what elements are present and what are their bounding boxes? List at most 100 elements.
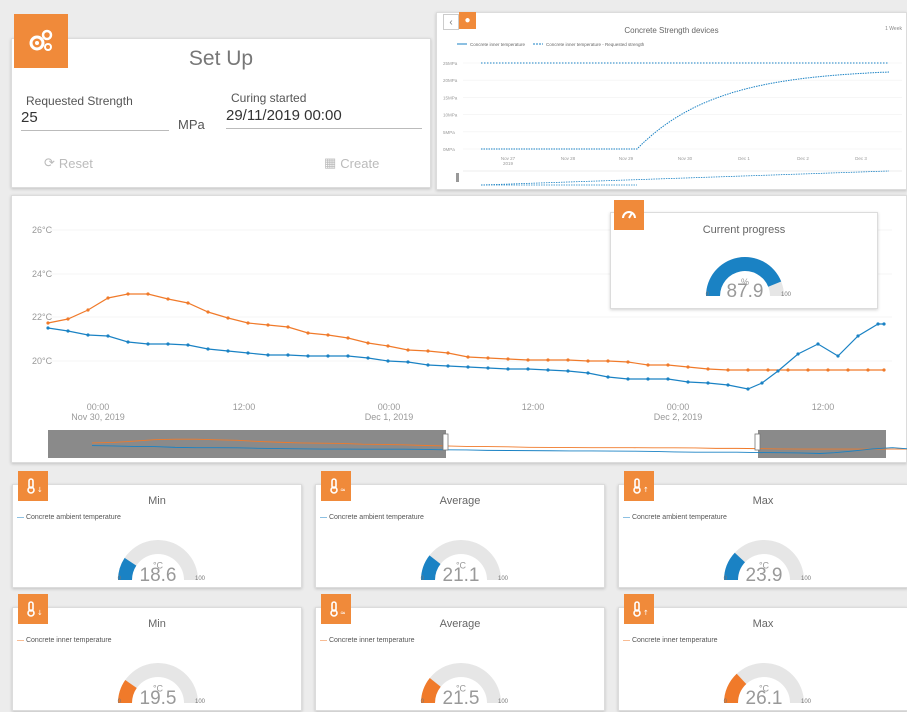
- navigator-handle: [456, 173, 459, 182]
- ambient-avg-gauge-value: 21.1: [443, 565, 480, 586]
- inner-max-gauge-max: 100: [801, 699, 812, 705]
- chevron-left-icon: ‹: [449, 16, 453, 28]
- y-tick-label: 22°C: [32, 312, 53, 322]
- inner-temperature-point: [226, 316, 230, 320]
- inner-temperature-point: [826, 368, 830, 372]
- ambient-temperature-point: [776, 369, 780, 373]
- inner-temperature-point: [366, 341, 370, 345]
- inner-temperature-point: [726, 368, 730, 372]
- inner-min-gauge: °C19.50 100: [118, 663, 206, 709]
- navigator-handle-right[interactable]: [754, 433, 761, 451]
- ambient-temperature-point: [726, 383, 730, 387]
- ambient-temperature-point: [186, 343, 190, 347]
- inner-temperature-point: [386, 344, 390, 348]
- x-tick-label: 00:00: [87, 402, 110, 412]
- inner-avg-gauge-max: 100: [498, 699, 509, 705]
- strength-chart-card: Concrete Strength devices 1 Week Concret…: [436, 12, 907, 190]
- refresh-icon: ⟳: [44, 155, 55, 170]
- ambient-temperature-point: [206, 347, 210, 351]
- create-button[interactable]: ▦ Create: [324, 155, 379, 171]
- inner-temperature-point: [646, 363, 650, 367]
- inner-temperature-point: [186, 301, 190, 305]
- ambient-avg-card: Average — Concrete ambient temperature °C 2…: [315, 484, 605, 588]
- speedometer-icon: [614, 200, 644, 230]
- inner-max-gauge: °C26.10 100: [724, 663, 812, 709]
- inner-temperature-point: [306, 331, 310, 335]
- x-tick-label: Nov 28: [561, 156, 576, 161]
- ambient-temperature-point: [586, 371, 590, 375]
- inner-temperature-point: [846, 368, 850, 372]
- ambient-temperature-point: [882, 322, 886, 326]
- page-title: Set Up: [188, 47, 254, 70]
- inner-max-gauge-value: 26.1: [746, 688, 783, 709]
- ambient-temperature-point: [506, 367, 510, 371]
- inner-temperature-point: [66, 317, 70, 321]
- inner-temperature-point: [546, 358, 550, 362]
- progress-card: Current progress % 87.9 0 100: [610, 212, 878, 309]
- inner-temperature-point: [706, 367, 710, 371]
- inner-temperature-point: [566, 358, 570, 362]
- x-tick-label: 00:00: [667, 402, 690, 412]
- ambient-temperature-point: [386, 359, 390, 363]
- x-tick-label: Dec 2: [797, 156, 809, 161]
- x-tick-label: 12:00: [233, 402, 256, 412]
- ambient-temperature-point: [486, 366, 490, 370]
- inner-temperature-point: [86, 308, 90, 312]
- ambient-temperature-point: [760, 381, 764, 385]
- ambient-temperature-point: [426, 363, 430, 367]
- save-icon: ▦: [324, 155, 337, 170]
- inner-min-gauge-max: 100: [195, 699, 206, 705]
- inner-min-gauge-value: 19.5: [140, 688, 177, 709]
- ambient-avg-gauge: °C21.10 100: [421, 540, 509, 586]
- ambient-temperature-point: [856, 334, 860, 338]
- inner-temperature-point: [146, 292, 150, 296]
- inner-temperature-point: [246, 321, 250, 325]
- ambient-temperature-point: [166, 342, 170, 346]
- ambient-temperature-point: [876, 322, 880, 326]
- requested-strength-label: Requested Strength: [26, 94, 133, 108]
- inner-temperature-point: [326, 333, 330, 337]
- x-tick-label: Dec 3: [855, 156, 867, 161]
- inner-temperature-point: [266, 323, 270, 327]
- ambient-temperature-point: [326, 354, 330, 358]
- inner-temperature-point: [866, 368, 870, 372]
- navigator-window: [446, 430, 758, 458]
- reset-button[interactable]: ⟳ Reset: [44, 155, 93, 171]
- inner-temperature-point: [506, 357, 510, 361]
- navigator-series: [480, 170, 890, 186]
- y-tick-label: 15MPa: [443, 95, 458, 100]
- requested-strength-input[interactable]: 25: [21, 109, 169, 131]
- thermometer-avg-icon: ≈: [321, 471, 351, 501]
- ambient-max-gauge-max: 100: [801, 576, 812, 582]
- svg-text:↓: ↓: [37, 609, 42, 617]
- x-tick-label: Dec 1, 2019: [365, 412, 414, 422]
- inner-temperature-point: [46, 321, 50, 325]
- x-tick-label: 12:00: [522, 402, 545, 412]
- unit-label: MPa: [178, 117, 205, 132]
- inner-temperature-point: [286, 325, 290, 329]
- inner-max-card: Max — Concrete inner temperature °C 26.1 0 10…: [618, 607, 907, 711]
- ambient-temperature-point: [106, 334, 110, 338]
- ambient-max-gauge: °C23.90 100: [724, 540, 812, 586]
- y-tick-label: 26°C: [32, 225, 53, 235]
- navigator-handle-left[interactable]: [442, 433, 449, 451]
- ambient-temperature-point: [406, 360, 410, 364]
- inner-avg-gauge: °C21.50 100: [421, 663, 509, 709]
- y-tick-label: 20MPa: [443, 78, 458, 83]
- ambient-temperature-point: [146, 342, 150, 346]
- svg-text:↑: ↑: [643, 486, 648, 494]
- inner-temperature-point: [406, 348, 410, 352]
- inner-temperature-point: [786, 368, 790, 372]
- ambient-temperature-point: [46, 326, 50, 330]
- inner-temperature-point: [586, 359, 590, 363]
- ambient-temperature-point: [66, 329, 70, 333]
- ambient-temperature-point: [266, 353, 270, 357]
- thermometer-up-icon: ↑: [624, 594, 654, 624]
- curing-started-input[interactable]: 29/11/2019 00:00: [226, 107, 422, 129]
- back-button[interactable]: ‹: [443, 14, 459, 30]
- inner-temperature-point: [466, 355, 470, 359]
- y-tick-label: 20°C: [32, 356, 53, 366]
- ambient-temperature-point: [836, 354, 840, 358]
- inner-temperature-point: [606, 359, 610, 363]
- ambient-avg-gauge-max: 100: [498, 576, 509, 582]
